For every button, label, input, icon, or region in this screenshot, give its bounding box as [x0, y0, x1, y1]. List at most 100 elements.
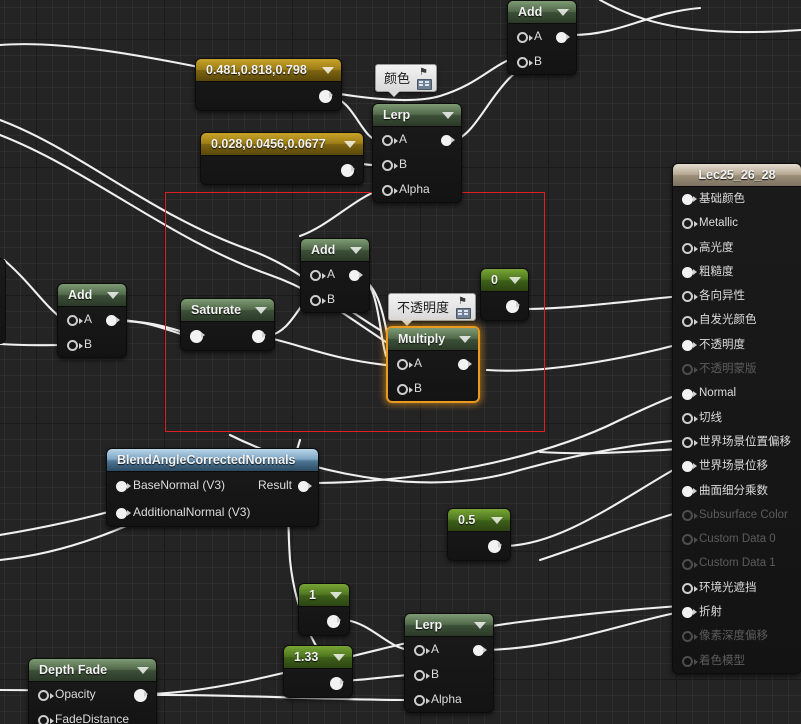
pin-row-out[interactable]: [481, 292, 528, 320]
pin-row-b[interactable]: B: [388, 376, 478, 401]
pin-row-a[interactable]: A: [373, 127, 461, 152]
chevron-down-icon[interactable]: [509, 277, 521, 284]
chevron-down-icon[interactable]: [442, 112, 454, 119]
input-pin-icon[interactable]: [682, 534, 698, 546]
output-pin-icon[interactable]: [106, 314, 120, 326]
input-pin-icon[interactable]: [682, 558, 698, 570]
node-lerp-bottom[interactable]: Lerp A B Alpha: [404, 613, 494, 713]
input-pin-icon[interactable]: [38, 689, 54, 701]
input-pin-icon[interactable]: [517, 31, 533, 43]
material-pin-row[interactable]: 自发光颜色: [673, 308, 801, 332]
input-pin-icon[interactable]: [116, 507, 131, 519]
pin-row-b[interactable]: B: [58, 332, 126, 357]
material-pin-row[interactable]: 世界场景位移: [673, 454, 801, 478]
input-pin-icon[interactable]: [682, 437, 698, 449]
pin-row-a[interactable]: A: [508, 24, 576, 49]
chevron-down-icon[interactable]: [107, 292, 119, 299]
node-header[interactable]: Lec25_26_28: [673, 164, 801, 187]
input-pin-icon[interactable]: [682, 582, 698, 594]
node-header[interactable]: 0.028,0.0456,0.0677: [201, 133, 363, 156]
node-header[interactable]: BlendAngleCorrectedNormals: [107, 449, 318, 472]
list-icon[interactable]: [456, 308, 472, 319]
input-pin-icon[interactable]: [682, 655, 698, 667]
material-pin-row[interactable]: 世界场景位置偏移: [673, 430, 801, 454]
input-pin-icon[interactable]: [682, 607, 697, 619]
pin-row-alpha[interactable]: Alpha: [373, 177, 461, 202]
pin-row-out[interactable]: [201, 156, 363, 184]
material-pin-row[interactable]: Custom Data 1: [673, 551, 801, 575]
input-pin-icon[interactable]: [682, 242, 698, 254]
output-pin-icon[interactable]: [473, 644, 487, 656]
node-material-output[interactable]: Lec25_26_28 基础颜色 Metallic 高光度 粗糙度 各向异性 自发光颜色不…: [672, 163, 801, 674]
pin-row-a[interactable]: A: [301, 262, 369, 287]
node-header[interactable]: Add: [508, 1, 576, 24]
pin-row-out[interactable]: [196, 82, 341, 110]
pin-row-opacity[interactable]: Opacity: [29, 682, 156, 707]
node-header[interactable]: 0.481,0.818,0.798: [196, 59, 341, 82]
material-pin-row[interactable]: 像素深度偏移: [673, 624, 801, 648]
input-pin-icon[interactable]: [517, 56, 533, 68]
bookmark-bubble-color[interactable]: 颜色 ⚑: [375, 64, 438, 97]
material-pin-row[interactable]: 环境光遮挡: [673, 576, 801, 600]
node-header[interactable]: Add: [301, 239, 369, 262]
output-pin-icon[interactable]: [134, 688, 148, 702]
input-pin-icon[interactable]: [38, 714, 54, 724]
node-header[interactable]: Lerp: [405, 614, 493, 637]
pin-row-b[interactable]: B: [508, 49, 576, 74]
material-pin-row[interactable]: 粗糙度: [673, 260, 801, 284]
input-pin-icon[interactable]: [682, 267, 697, 279]
chevron-down-icon[interactable]: [459, 336, 471, 343]
output-pin-icon[interactable]: [327, 615, 341, 628]
output-pin-icon[interactable]: [252, 330, 266, 343]
material-pin-row[interactable]: 基础颜色: [673, 187, 801, 211]
output-pin-icon[interactable]: [341, 164, 355, 177]
input-pin-icon[interactable]: [116, 480, 131, 492]
pin-row-a[interactable]: A: [388, 351, 478, 376]
pin-row-b[interactable]: B: [373, 152, 461, 177]
pin-row-base-normal[interactable]: BaseNormal (V3) Result: [107, 472, 318, 499]
node-constant-one[interactable]: 1: [298, 583, 350, 636]
input-pin-icon[interactable]: [310, 269, 326, 281]
pin-row-fade-distance[interactable]: FadeDistance: [29, 707, 156, 724]
material-pin-row[interactable]: 切线: [673, 406, 801, 430]
output-pin-icon[interactable]: [441, 134, 455, 146]
material-pin-row[interactable]: 折射: [673, 600, 801, 624]
material-pin-row[interactable]: Custom Data 0: [673, 527, 801, 551]
input-pin-icon[interactable]: [682, 291, 698, 303]
input-pin-icon[interactable]: [682, 218, 698, 230]
material-pin-row[interactable]: 高光度: [673, 236, 801, 260]
material-pin-row[interactable]: Normal: [673, 381, 801, 405]
pin-row-out[interactable]: [299, 607, 349, 635]
list-icon[interactable]: [417, 79, 433, 90]
pin-row-a[interactable]: A: [405, 637, 493, 662]
node-add-mid[interactable]: Add A B: [300, 238, 370, 313]
offscreen-node-partial[interactable]: [0, 258, 6, 344]
material-graph-canvas[interactable]: Add A B 0.481,0.818,0.798 0.028,0.0456,0…: [0, 0, 801, 724]
node-saturate[interactable]: Saturate: [180, 298, 275, 351]
input-pin-icon[interactable]: [310, 294, 326, 306]
input-pin-icon[interactable]: [67, 314, 83, 326]
node-header[interactable]: Saturate: [181, 299, 274, 322]
material-pin-row[interactable]: 着色模型: [673, 649, 801, 673]
pin-icon[interactable]: ⚑: [419, 68, 431, 78]
pin-row-a[interactable]: A: [58, 307, 126, 332]
input-pin-icon[interactable]: [682, 194, 697, 206]
output-pin-icon[interactable]: [298, 480, 312, 492]
input-pin-icon[interactable]: [414, 644, 430, 656]
chevron-down-icon[interactable]: [344, 141, 356, 148]
input-pin-icon[interactable]: [382, 159, 398, 171]
material-pin-row[interactable]: Subsurface Color: [673, 503, 801, 527]
output-pin-icon[interactable]: [349, 269, 363, 281]
input-pin-icon[interactable]: [682, 412, 698, 424]
chevron-down-icon[interactable]: [557, 9, 569, 16]
node-lerp-top[interactable]: Lerp A B Alpha: [372, 103, 462, 203]
output-pin-icon[interactable]: [556, 31, 570, 43]
output-pin-icon[interactable]: [506, 300, 520, 313]
chevron-down-icon[interactable]: [322, 67, 334, 74]
material-pin-row[interactable]: Metallic: [673, 211, 801, 235]
pin-row-out[interactable]: [284, 669, 352, 697]
input-pin-icon[interactable]: [682, 485, 697, 497]
pin-row-additional-normal[interactable]: AdditionalNormal (V3): [107, 499, 318, 526]
chevron-down-icon[interactable]: [491, 517, 503, 524]
pin-row-io[interactable]: [181, 322, 274, 350]
